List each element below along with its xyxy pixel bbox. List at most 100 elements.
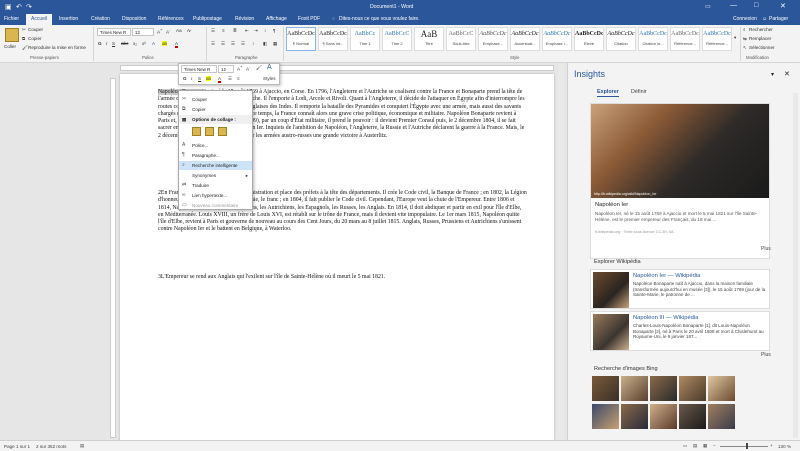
bing-image[interactable] <box>679 404 706 429</box>
tab-accueil[interactable]: Accueil <box>26 14 53 25</box>
replace-button[interactable]: Remplacer <box>749 36 771 41</box>
highlight-icon[interactable]: ab <box>162 41 168 46</box>
borders-icon[interactable]: ▦ <box>273 41 277 47</box>
style-heading-2[interactable]: AaBbCcC Titre 2 <box>382 27 412 51</box>
pane-close-button[interactable]: ✕ <box>784 70 790 78</box>
line-spacing-icon[interactable]: ↕ <box>252 41 254 46</box>
tab-insertion[interactable]: Insertion <box>59 16 78 22</box>
change-case-icon[interactable]: Aa <box>176 28 182 33</box>
word-count[interactable]: 2 sur 352 mots <box>36 444 66 449</box>
bing-image[interactable] <box>592 376 619 401</box>
print-layout-icon[interactable]: ▤ <box>693 443 697 449</box>
mini-shrink-font-icon[interactable]: A- <box>246 65 250 72</box>
format-painter-button[interactable]: Reproduire la mise en forme <box>28 45 86 50</box>
tell-me-input[interactable]: Dites-nous ce que vous voulez faire. <box>339 16 420 22</box>
image-caption[interactable]: http://fr.wikipedia.org/wiki/Napoléon_Ie… <box>594 192 657 196</box>
bing-image[interactable] <box>592 404 619 429</box>
cut-icon[interactable]: ✂ <box>22 27 26 33</box>
tab-explore[interactable]: Explorer <box>597 89 619 97</box>
mini-styles-label[interactable]: Styles <box>263 76 276 81</box>
sort-icon[interactable]: ↕ <box>264 28 266 33</box>
clear-format-icon[interactable]: A̷ <box>187 28 190 33</box>
bing-image[interactable] <box>650 404 677 429</box>
wiki-result-2[interactable]: Napoléon III — Wikipédia Charles-Louis-N… <box>590 311 770 351</box>
menu-translate[interactable]: ⇄ Traduire <box>179 181 252 190</box>
shading-icon[interactable]: ◧ <box>263 41 267 47</box>
document-scrollbar[interactable] <box>558 65 564 439</box>
menu-synonyms[interactable]: Synonymes ▸ <box>179 171 252 180</box>
subscript-icon[interactable]: x₂ <box>133 41 137 46</box>
pane-options-icon[interactable]: ▾ <box>771 71 774 78</box>
minimize-button[interactable]: — <box>730 2 737 9</box>
copy-button[interactable]: Copier <box>28 36 42 41</box>
style-intense-emphasis[interactable]: AaBbCcDc Emphase i... <box>542 27 572 51</box>
tab-foxit-pdf[interactable]: Foxit PDF <box>298 16 320 22</box>
mini-font-color-icon[interactable]: A <box>218 76 222 83</box>
menu-smart-lookup[interactable]: ⌕ Recherche intelligente <box>179 161 252 170</box>
tab-disposition[interactable]: Disposition <box>122 16 146 22</box>
style-intense-quote[interactable]: AaBbCcDc Citation in... <box>638 27 668 51</box>
tab-fichier[interactable]: Fichier <box>4 16 19 22</box>
style-subtle-reference[interactable]: AaBbCcDc Référence... <box>670 27 700 51</box>
style-strong[interactable]: AaBbCcDc Élevé <box>574 27 604 51</box>
text-effects-icon[interactable]: A <box>152 41 155 46</box>
more-link[interactable]: Plus <box>761 246 771 252</box>
paste-icon[interactable] <box>5 28 19 42</box>
menu-cut[interactable]: ✂ Couper <box>179 95 252 104</box>
paste-button[interactable]: Coller <box>4 44 16 49</box>
menu-copy[interactable]: ⧉ Copier <box>179 105 252 114</box>
save-icon[interactable]: ▣ <box>5 3 12 11</box>
mini-numbering-icon[interactable]: ≡ <box>237 76 240 81</box>
page-count[interactable]: Page 1 sur 1 <box>4 444 30 449</box>
bing-image[interactable] <box>708 404 735 429</box>
font-color-icon[interactable]: A <box>175 41 179 48</box>
tab-references[interactable]: Références <box>158 16 184 22</box>
show-marks-icon[interactable]: ¶ <box>273 28 275 33</box>
bing-image[interactable] <box>650 376 677 401</box>
style-subtitle[interactable]: AaBbCcC Sous-titre <box>446 27 476 51</box>
mini-painter-icon[interactable]: 🖌 <box>256 65 262 71</box>
zoom-in-icon[interactable]: + <box>770 443 773 448</box>
close-button[interactable]: ✕ <box>780 2 786 10</box>
style-quote[interactable]: AaBbCcDc Citation <box>606 27 636 51</box>
zoom-out-icon[interactable]: − <box>713 443 716 448</box>
undo-icon[interactable]: ↶ <box>16 3 22 11</box>
find-icon[interactable]: ⌕ <box>743 27 746 32</box>
select-icon[interactable]: ↖ <box>743 45 747 51</box>
bing-image[interactable] <box>708 376 735 401</box>
italic-icon[interactable]: I <box>106 41 107 46</box>
justify-icon[interactable]: ☰ <box>241 41 245 47</box>
align-left-icon[interactable]: ☰ <box>211 41 215 47</box>
bing-image[interactable] <box>621 376 648 401</box>
style-intense-reference[interactable]: AaBbCcDc Référence... <box>702 27 732 51</box>
vertical-ruler[interactable] <box>110 78 116 438</box>
ribbon-options-icon[interactable]: ▭ <box>705 3 711 10</box>
menu-paragraph[interactable]: ¶ Paragraphe... <box>179 151 252 160</box>
paragraph-3[interactable]: 3L'Empereur se rend aux Anglais qui l'ex… <box>158 274 528 281</box>
maximize-button[interactable]: □ <box>754 2 758 9</box>
tab-creation[interactable]: Création <box>91 16 110 22</box>
read-mode-icon[interactable]: ▭ <box>683 443 687 449</box>
style-subtle-emphasis[interactable]: AaBbCcDc Emphase... <box>478 27 508 51</box>
style-emphasis[interactable]: AaBbCcDc Accentuat... <box>510 27 540 51</box>
copy-icon[interactable]: ⧉ <box>22 36 25 41</box>
cut-button[interactable]: Couper <box>28 27 43 32</box>
mini-size-select[interactable]: 12 <box>218 65 234 73</box>
mini-grow-font-icon[interactable]: A+ <box>237 65 242 72</box>
strikethrough-icon[interactable]: abc <box>121 41 128 46</box>
bold-icon[interactable]: G <box>98 41 102 46</box>
bullets-icon[interactable]: ☰ <box>211 28 215 34</box>
superscript-icon[interactable]: x² <box>142 41 146 46</box>
paste-text-only-icon[interactable] <box>218 127 227 136</box>
select-button[interactable]: Sélectionner <box>749 45 775 50</box>
replace-icon[interactable]: ⇆ <box>743 36 747 42</box>
align-center-icon[interactable]: ☰ <box>221 41 225 47</box>
mini-underline-icon[interactable]: S <box>198 76 201 81</box>
pane-scrollbar[interactable] <box>793 93 798 438</box>
paste-keep-format-icon[interactable] <box>192 127 201 136</box>
napoleon-portrait-image[interactable] <box>591 104 769 198</box>
tab-publipostage[interactable]: Publipostage <box>193 16 222 22</box>
redo-icon[interactable]: ↷ <box>26 3 32 11</box>
paste-merge-format-icon[interactable] <box>205 127 214 136</box>
increase-indent-icon[interactable]: ⇥ <box>254 28 258 34</box>
